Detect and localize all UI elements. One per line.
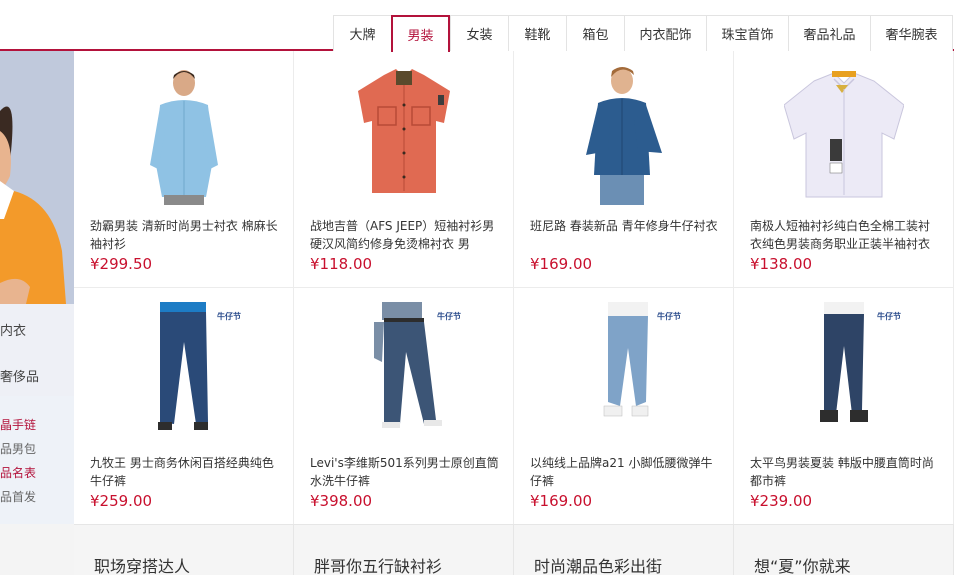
- topic-label: 时尚潮品色彩出街: [534, 557, 663, 575]
- brand-tag: 牛仔节: [437, 312, 461, 321]
- category-link-group: 内衣 奢侈品: [0, 304, 74, 396]
- tab-womenswear[interactable]: 女装: [450, 16, 508, 51]
- brand-tag: 牛仔节: [877, 312, 901, 321]
- product-price: ¥299.50: [90, 255, 153, 273]
- light-jeans-image: [603, 302, 649, 417]
- category-tab-bar: 大牌 男装 女装 鞋靴 箱包 内衣配饰 珠宝首饰 奢品礼品 奢华腕表: [0, 0, 980, 54]
- product-title[interactable]: 战地吉普（AFS JEEP）短袖衬衫男硬汉风简约修身免烫棉衬衣 男: [310, 217, 500, 253]
- product-title[interactable]: 九牧王 男士商务休闲百搭经典纯色牛仔裤: [90, 454, 280, 490]
- product-grid: 劲霸男装 清新时尚男士衬衣 棉麻长袖衬衫 ¥299.50 战地吉普（AFS JE…: [74, 51, 954, 525]
- product-price: ¥118.00: [310, 255, 373, 273]
- tab-menswear[interactable]: 男装: [391, 15, 450, 54]
- product-price: ¥169.00: [530, 492, 593, 510]
- topic-item[interactable]: 职场穿搭达人: [74, 525, 294, 575]
- product-price: ¥398.00: [310, 492, 373, 510]
- tab-luxury-watches[interactable]: 奢华腕表: [870, 16, 952, 51]
- topic-strip: 职场穿搭达人 胖哥你五行缺衬衫 时尚潮品色彩出街 想“夏”你就来: [74, 524, 954, 575]
- product-price: ¥259.00: [90, 492, 153, 510]
- dark-jeans-image: [158, 302, 208, 430]
- levis-jeans-image: [374, 302, 442, 428]
- link-new-arrivals[interactable]: 品首发: [0, 488, 36, 505]
- denim-shirt-model-image: [586, 67, 662, 205]
- product-title[interactable]: 以纯线上品牌a21 小脚低腰微弹牛仔裤: [530, 454, 720, 490]
- brand-tag: 牛仔节: [217, 312, 241, 321]
- topic-item[interactable]: 胖哥你五行缺衬衫: [294, 525, 514, 575]
- link-famous-watches[interactable]: 品名表: [0, 464, 36, 481]
- slim-jeans-image: [820, 302, 868, 422]
- brand-link-group: 晶手链 品男包 品名表 品首发: [0, 396, 74, 524]
- light-blue-shirt-model-image: [150, 70, 218, 205]
- category-link-luxury[interactable]: 奢侈品: [0, 366, 39, 385]
- product-card[interactable]: 班尼路 春装新品 青年修身牛仔衬衣 ¥169.00: [514, 51, 734, 288]
- brand-tag: 牛仔节: [657, 312, 681, 321]
- product-title[interactable]: 班尼路 春装新品 青年修身牛仔衬衣: [530, 217, 720, 253]
- link-mens-bags[interactable]: 品男包: [0, 440, 36, 457]
- product-card[interactable]: 牛仔节 太平鸟男装夏装 韩版中腰直筒时尚都市裤 ¥239.00: [734, 288, 954, 525]
- topic-item[interactable]: 时尚潮品色彩出街: [514, 525, 734, 575]
- product-price: ¥169.00: [530, 255, 593, 273]
- product-title[interactable]: Levi's李维斯501系列男士原创直筒水洗牛仔裤: [310, 454, 500, 490]
- promo-banner[interactable]: [0, 51, 74, 304]
- product-price: ¥239.00: [750, 492, 813, 510]
- tab-jewelry[interactable]: 珠宝首饰: [706, 16, 788, 51]
- left-side-panel: 内衣 奢侈品 晶手链 品男包 品名表 品首发: [0, 51, 74, 575]
- product-card[interactable]: 牛仔节 Levi's李维斯501系列男士原创直筒水洗牛仔裤 ¥398.00: [294, 288, 514, 525]
- topic-label: 胖哥你五行缺衬衫: [314, 557, 443, 575]
- product-title[interactable]: 太平鸟男装夏装 韩版中腰直筒时尚都市裤: [750, 454, 940, 490]
- category-tabs: 大牌 男装 女装 鞋靴 箱包 内衣配饰 珠宝首饰 奢品礼品 奢华腕表: [333, 15, 953, 54]
- product-card[interactable]: 牛仔节 以纯线上品牌a21 小脚低腰微弹牛仔裤 ¥169.00: [514, 288, 734, 525]
- product-price: ¥138.00: [750, 255, 813, 273]
- product-card[interactable]: 牛仔节 九牧王 男士商务休闲百搭经典纯色牛仔裤 ¥259.00: [74, 288, 294, 525]
- product-title[interactable]: 南极人短袖衬衫纯白色全棉工装衬衣纯色男装商务职业正装半袖衬衣: [750, 217, 940, 253]
- product-card[interactable]: 南极人短袖衬衫纯白色全棉工装衬衣纯色男装商务职业正装半袖衬衣 ¥138.00: [734, 51, 954, 288]
- white-shirt-image: [784, 71, 904, 198]
- tab-bags[interactable]: 箱包: [566, 16, 624, 51]
- red-short-sleeve-shirt-image: [358, 69, 450, 193]
- product-card[interactable]: 战地吉普（AFS JEEP）短袖衬衫男硬汉风简约修身免烫棉衬衣 男 ¥118.0…: [294, 51, 514, 288]
- link-crystal-bracelet[interactable]: 晶手链: [0, 416, 36, 433]
- tab-luxury-gifts[interactable]: 奢品礼品: [788, 16, 870, 51]
- topic-label: 职场穿搭达人: [94, 557, 191, 575]
- category-link-underwear[interactable]: 内衣: [0, 320, 26, 339]
- tab-underwear-accessories[interactable]: 内衣配饰: [624, 16, 706, 51]
- tab-brands[interactable]: 大牌: [333, 16, 391, 51]
- topic-label: 想“夏”你就来: [754, 557, 851, 575]
- product-card[interactable]: 劲霸男装 清新时尚男士衬衣 棉麻长袖衬衫 ¥299.50: [74, 51, 294, 288]
- tab-shoes[interactable]: 鞋靴: [508, 16, 566, 51]
- left-bottom-block: [0, 524, 74, 575]
- topic-item[interactable]: 想“夏”你就来: [734, 525, 954, 575]
- product-title[interactable]: 劲霸男装 清新时尚男士衬衣 棉麻长袖衬衫: [90, 217, 280, 253]
- model-orange-shirt-image: [0, 51, 74, 304]
